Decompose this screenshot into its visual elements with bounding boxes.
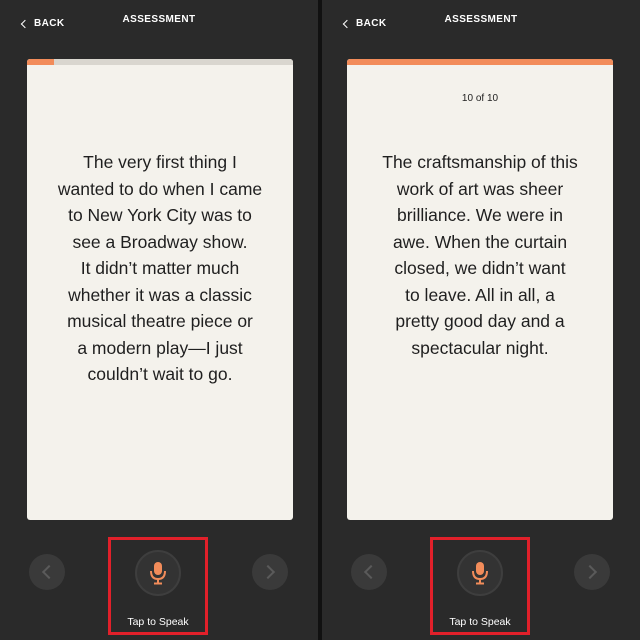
previous-button[interactable]	[29, 554, 65, 590]
progress-fill	[27, 59, 54, 65]
passage-line: pretty good day and a	[395, 311, 565, 331]
tap-to-speak-label: Tap to Speak	[127, 616, 189, 628]
mic-highlight-frame: Tap to Speak	[430, 537, 530, 635]
passage-line: whether it was a classic	[68, 284, 252, 305]
question-counter: 10 of 10	[461, 93, 499, 104]
progress-fill	[347, 59, 613, 65]
progress-bar	[27, 59, 293, 65]
chevron-right-icon	[260, 564, 276, 580]
passage-line: It didn’t matter much	[80, 258, 240, 278]
passage-line: brilliance. We were in	[397, 205, 563, 225]
mic-button[interactable]	[135, 550, 181, 596]
progress-bar	[347, 59, 613, 65]
passage-line: spectacular night.	[411, 337, 549, 358]
microphone-icon	[150, 562, 166, 585]
next-button[interactable]	[252, 554, 288, 590]
assessment-screen-2: BACK ASSESSMENT 10 of 10 The craftsmansh…	[322, 0, 640, 640]
passage-line: The very first thing I	[83, 152, 237, 172]
microphone-icon	[472, 562, 488, 585]
passage-line: awe. When the curtain	[392, 231, 568, 252]
passage-line: closed, we didn’t want	[394, 258, 566, 278]
top-bar: BACK ASSESSMENT	[0, 0, 318, 40]
assessment-screen-1: BACK ASSESSMENT The very first thing I wa…	[0, 0, 318, 640]
passage-text: The very first thing I wanted to do when …	[37, 149, 283, 388]
passage-line: see a Broadway show.	[72, 231, 248, 252]
passage-line: The craftsmanship of this	[382, 152, 578, 172]
mic-button[interactable]	[457, 550, 503, 596]
chevron-left-icon	[363, 564, 379, 580]
page-title: ASSESSMENT	[444, 14, 518, 25]
passage-line: work of art was sheer	[396, 178, 564, 199]
passage-card: The very first thing I wanted to do when …	[27, 59, 293, 520]
passage-line: musical theatre piece or	[67, 311, 253, 331]
passage-card: 10 of 10 The craftsmanship of this work o…	[347, 59, 613, 520]
mic-highlight-frame: Tap to Speak	[108, 537, 208, 635]
passage-line: a modern play—I just	[77, 337, 243, 358]
passage-line: to leave. All in all, a	[405, 284, 555, 305]
passage-line: couldn’t wait to go.	[87, 364, 233, 384]
passage-line: to New York City was to	[68, 205, 252, 225]
passage-line: wanted to do when I came	[57, 178, 263, 199]
previous-button[interactable]	[351, 554, 387, 590]
tap-to-speak-label: Tap to Speak	[449, 616, 511, 628]
page-title: ASSESSMENT	[122, 14, 196, 25]
chevron-right-icon	[582, 564, 598, 580]
next-button[interactable]	[574, 554, 610, 590]
chevron-left-icon	[41, 564, 57, 580]
top-bar: BACK ASSESSMENT	[322, 0, 640, 40]
passage-text: The craftsmanship of this work of art was…	[357, 149, 603, 361]
